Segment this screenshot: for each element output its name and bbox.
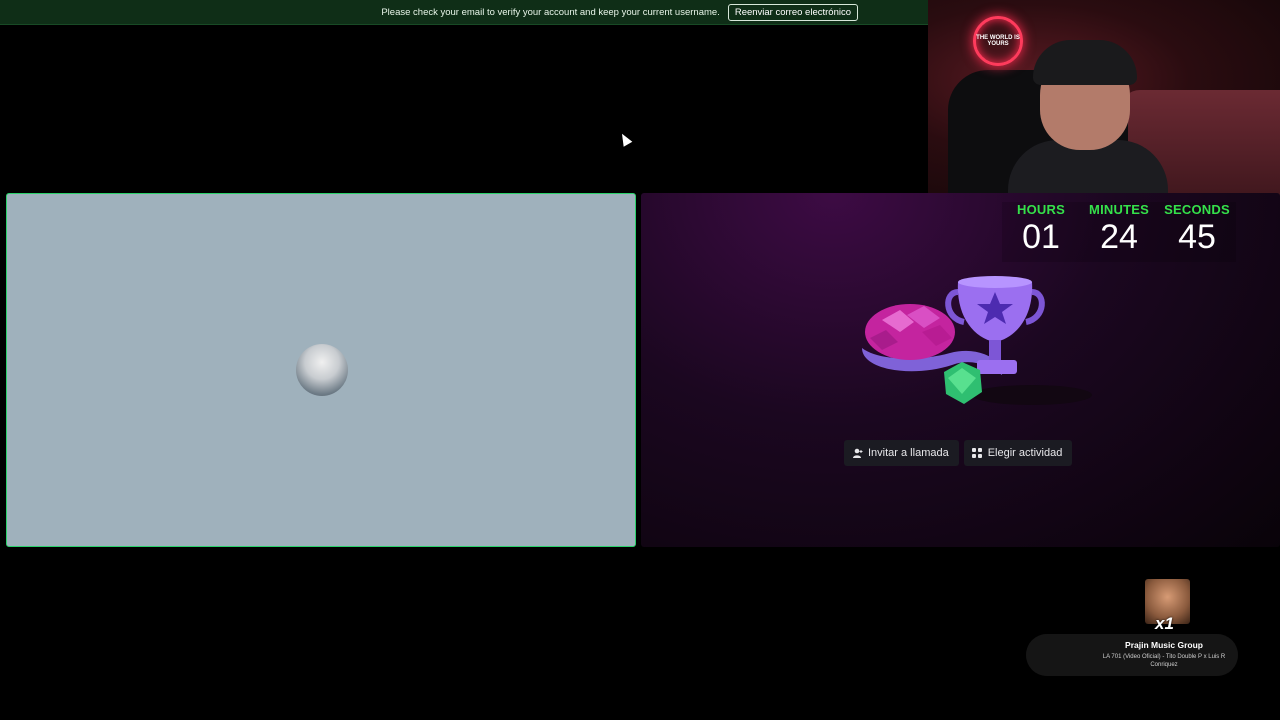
webcam-overlay: THE WORLD IS YOURS (928, 0, 1280, 198)
resend-email-button[interactable]: Reenviar correo electrónico (727, 3, 858, 21)
timer-minutes-value: 24 (1100, 218, 1138, 256)
stream-timer: HOURS 01 MINUTES 24 SECONDS 45 (1002, 202, 1236, 262)
timer-minutes: MINUTES 24 (1080, 202, 1158, 262)
activity-grid-icon (971, 447, 983, 459)
trophy-illustration (862, 276, 1092, 405)
timer-hours-label: HOURS (1017, 202, 1065, 217)
timer-hours: HOURS 01 (1002, 202, 1080, 262)
timer-seconds-label: SECONDS (1164, 202, 1230, 217)
choose-activity-label: Elegir actividad (987, 447, 1063, 459)
timer-minutes-label: MINUTES (1089, 202, 1149, 217)
now-playing-title: Prajin Music Group (1125, 640, 1203, 650)
timer-hours-value: 01 (1022, 218, 1060, 256)
participant-tile-speaking[interactable] (6, 193, 636, 547)
webcam-person-cap (1033, 40, 1137, 85)
choose-activity-button[interactable]: Elegir actividad (963, 440, 1073, 466)
trophy-rim-shape (958, 276, 1032, 288)
trophy-stem-shape (989, 340, 1001, 362)
emote-count: x1 (1155, 614, 1174, 633)
participant-avatar (296, 344, 348, 396)
trophy-base-shape (977, 360, 1017, 374)
timer-seconds: SECONDS 45 (1158, 202, 1236, 262)
neon-sign: THE WORLD IS YOURS (973, 16, 1023, 66)
call-actions: Invitar a llamada Elegir actividad (844, 440, 1073, 466)
mouse-cursor-icon (617, 131, 633, 147)
timer-seconds-value: 45 (1178, 218, 1216, 256)
invite-to-call-label: Invitar a llamada (868, 447, 949, 459)
invite-to-call-button[interactable]: Invitar a llamada (844, 440, 959, 466)
shadow-shape (972, 385, 1092, 405)
add-person-icon (853, 448, 863, 458)
now-playing-subtitle: LA 701 (Video Oficial) - Tito Double P x… (1102, 654, 1226, 668)
verification-banner: Please check your email to verify your a… (0, 0, 928, 25)
verification-message: Please check your email to verify your a… (381, 6, 720, 18)
